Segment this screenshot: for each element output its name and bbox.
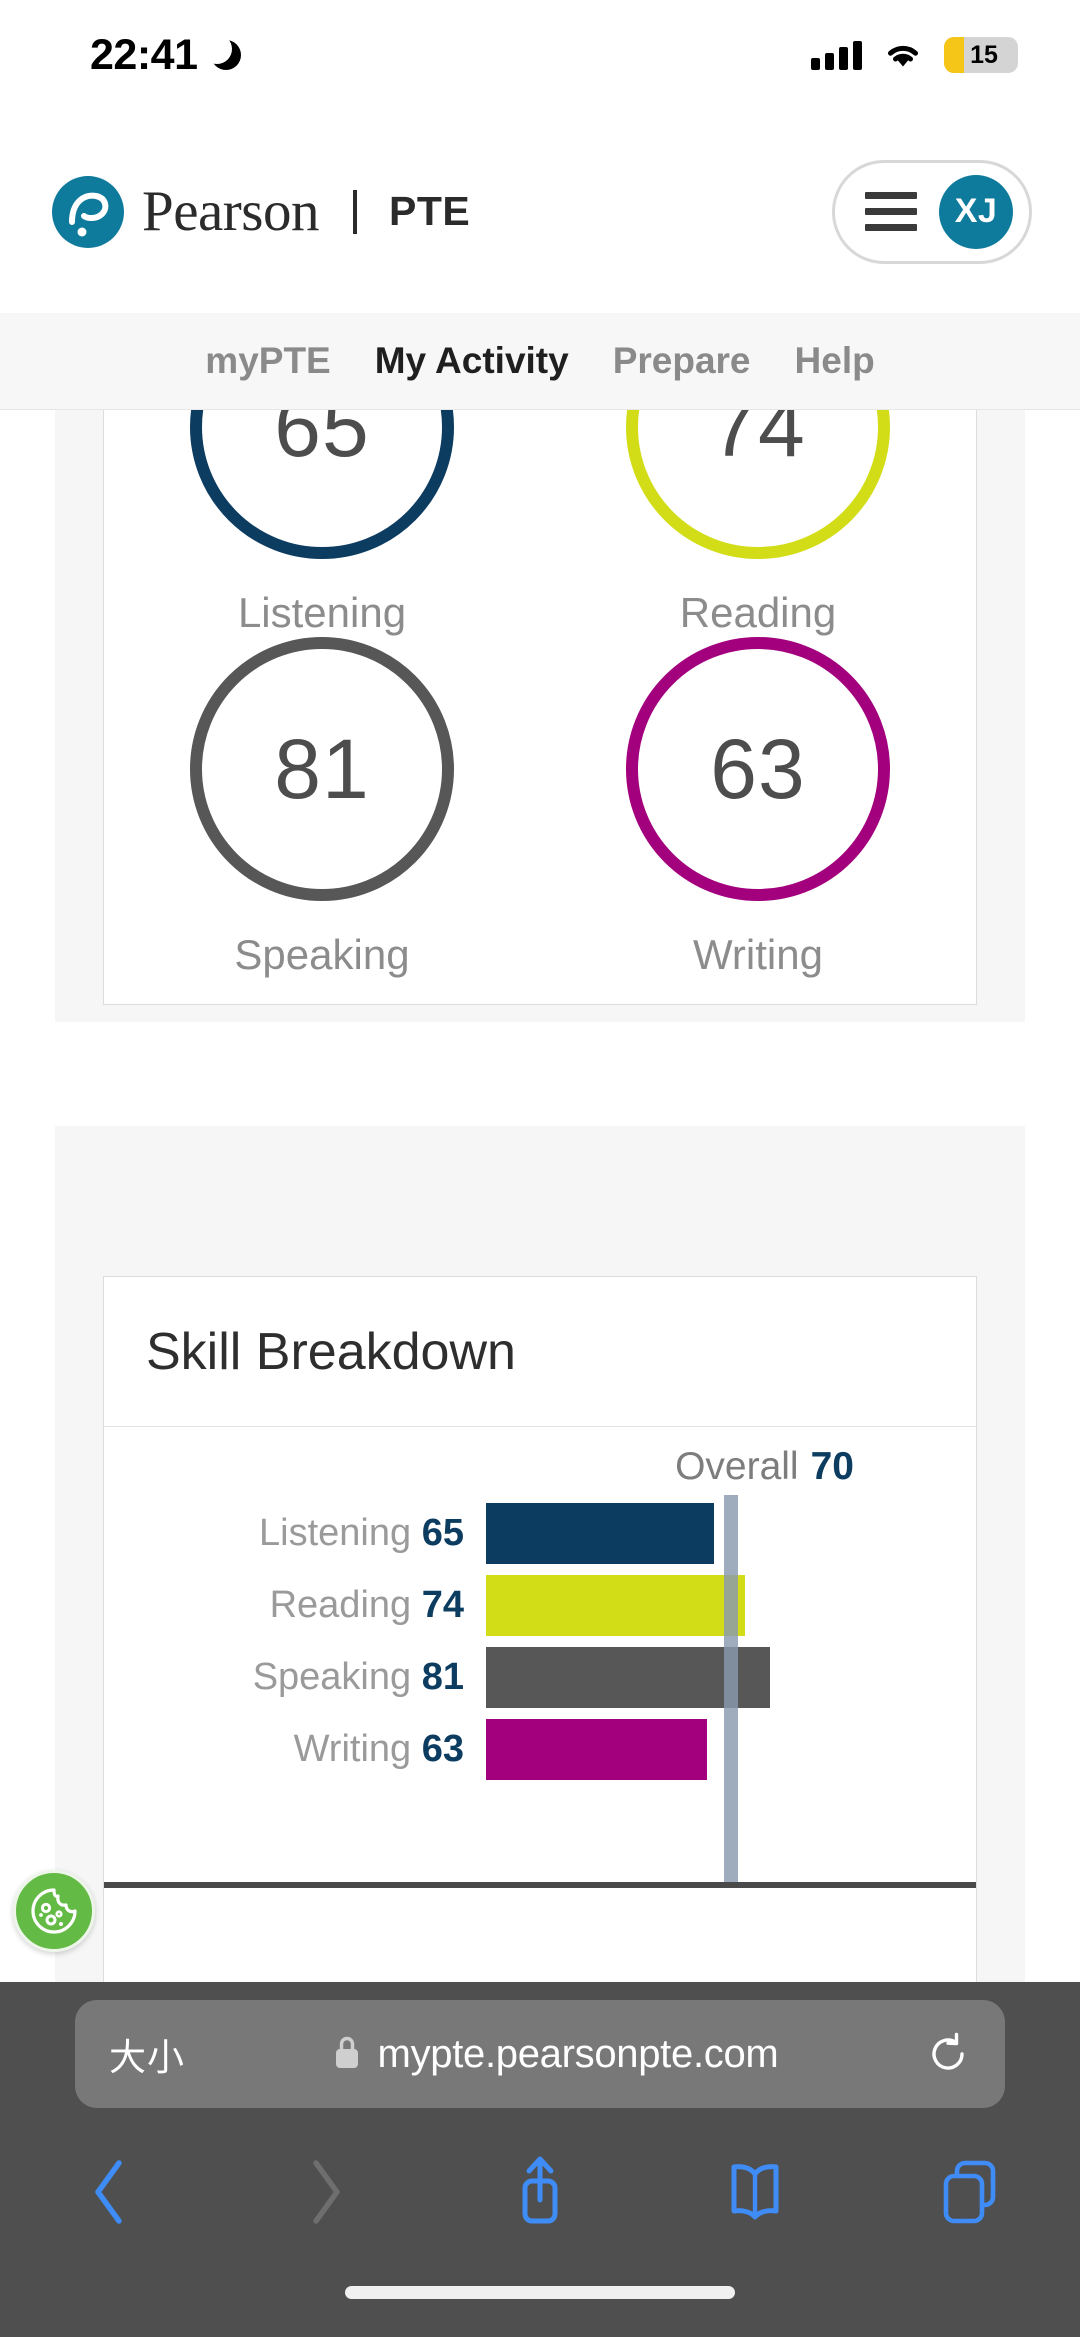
chart-label-writing: Writing 63 xyxy=(293,1728,464,1770)
score-value-listening: 65 xyxy=(274,410,370,474)
status-bar: 22:41 15 xyxy=(0,0,1080,110)
score-reading[interactable]: 74 Reading xyxy=(540,410,976,637)
browser-toolbar xyxy=(0,2132,1080,2252)
reload-icon[interactable] xyxy=(925,2031,971,2077)
score-circle-grid: 65 Listening 74 Reading 81 Speaking 63 W… xyxy=(104,410,976,979)
address-bar[interactable]: 大小 mypte.pearsonpte.com xyxy=(75,2000,1005,2108)
score-writing[interactable]: 63 Writing xyxy=(540,637,976,979)
battery-percent: 15 xyxy=(970,40,998,69)
account-menu-button[interactable]: XJ xyxy=(832,159,1032,264)
overall-value: 70 xyxy=(810,1445,854,1488)
score-label-speaking: Speaking xyxy=(234,931,410,978)
score-label-listening: Listening xyxy=(237,589,407,636)
overall-label: Overall xyxy=(675,1445,799,1488)
hamburger-menu-icon[interactable] xyxy=(865,192,917,231)
skill-breakdown-card: Skill Breakdown Overall 70 Listening 65 xyxy=(103,1276,977,1982)
chart-row-speaking: Speaking 81 xyxy=(104,1647,976,1708)
score-ring-reading: 74 xyxy=(626,410,890,559)
score-value-reading: 74 xyxy=(710,410,806,474)
site-header: Pearson PTE XJ xyxy=(0,110,1080,313)
wifi-icon xyxy=(884,41,922,69)
forward-button xyxy=(287,2154,363,2230)
score-label-writing: Writing xyxy=(693,931,823,978)
battery-indicator: 15 xyxy=(944,37,1018,73)
score-speaking[interactable]: 81 Speaking xyxy=(104,637,540,979)
chart-label-speaking: Speaking 81 xyxy=(252,1656,464,1698)
text-size-button[interactable]: 大小 xyxy=(109,2027,185,2081)
pearson-logo[interactable]: Pearson PTE xyxy=(52,175,471,248)
score-ring-listening: 65 xyxy=(190,410,454,559)
score-ring-speaking: 81 xyxy=(190,637,454,901)
tabs-button[interactable] xyxy=(932,2154,1008,2230)
skill-breakdown-body: Overall 70 Listening 65 Reading 74 Speak… xyxy=(104,1427,976,1888)
score-summary-card: 65 Listening 74 Reading 81 Speaking 63 W… xyxy=(103,410,977,1005)
skill-bar-chart: Listening 65 Reading 74 Speaking 81 Writ… xyxy=(104,1495,976,1888)
nav-item-prepare[interactable]: Prepare xyxy=(613,340,751,382)
status-bar-right: 15 xyxy=(811,37,1018,73)
brand-name: Pearson xyxy=(142,180,319,243)
chart-row-writing: Writing 63 xyxy=(104,1719,976,1780)
url-display[interactable]: mypte.pearsonpte.com xyxy=(185,2032,925,2077)
score-listening[interactable]: 65 Listening xyxy=(104,410,540,637)
chart-label-listening: Listening 65 xyxy=(259,1512,464,1554)
section-spacer xyxy=(55,1022,1025,1126)
browser-chrome: 大小 mypte.pearsonpte.com xyxy=(0,1982,1080,2337)
phone-screen: 22:41 15 Pearson PTE XJ myPTE My Activit… xyxy=(0,0,1080,2337)
chart-label-reading: Reading 74 xyxy=(269,1584,464,1626)
avatar[interactable]: XJ xyxy=(939,174,1013,249)
cookie-icon xyxy=(31,1888,77,1934)
nav-item-help[interactable]: Help xyxy=(795,340,875,382)
status-bar-left: 22:41 xyxy=(90,30,242,80)
brand-divider xyxy=(352,189,357,234)
score-value-writing: 63 xyxy=(710,721,806,816)
brand-product: PTE xyxy=(388,188,471,234)
pearson-interrobang-icon xyxy=(52,175,124,248)
nav-item-mypte[interactable]: myPTE xyxy=(205,340,330,382)
lock-icon xyxy=(332,2033,362,2076)
back-button[interactable] xyxy=(72,2154,148,2230)
nav-item-my-activity[interactable]: My Activity xyxy=(375,340,569,382)
skill-breakdown-header: Skill Breakdown xyxy=(104,1277,976,1427)
crescent-moon-icon xyxy=(202,34,242,70)
home-indicator[interactable] xyxy=(345,2286,735,2299)
chart-baseline xyxy=(104,1882,976,1888)
cookie-settings-button[interactable] xyxy=(13,1870,95,1952)
chart-bar-listening xyxy=(486,1503,714,1564)
bookmarks-button[interactable] xyxy=(717,2154,793,2230)
share-button[interactable] xyxy=(502,2154,578,2230)
chart-bar-writing xyxy=(486,1719,707,1780)
chart-row-listening: Listening 65 xyxy=(104,1503,976,1564)
score-label-reading: Reading xyxy=(679,589,837,636)
score-value-speaking: 81 xyxy=(274,721,370,816)
cellular-signal-icon xyxy=(811,40,862,70)
chart-row-reading: Reading 74 xyxy=(104,1575,976,1636)
score-ring-writing: 63 xyxy=(626,637,890,901)
page-content: 65 Listening 74 Reading 81 Speaking 63 W… xyxy=(0,410,1080,1982)
chart-bar-reading xyxy=(486,1575,745,1636)
overall-score: Overall 70 xyxy=(104,1445,976,1489)
chart-overall-reference-line xyxy=(724,1495,738,1886)
status-time: 22:41 xyxy=(90,30,198,79)
skill-breakdown-title: Skill Breakdown xyxy=(146,1322,516,1381)
main-nav: myPTE My Activity Prepare Help xyxy=(0,313,1080,410)
url-text: mypte.pearsonpte.com xyxy=(377,2031,779,2076)
